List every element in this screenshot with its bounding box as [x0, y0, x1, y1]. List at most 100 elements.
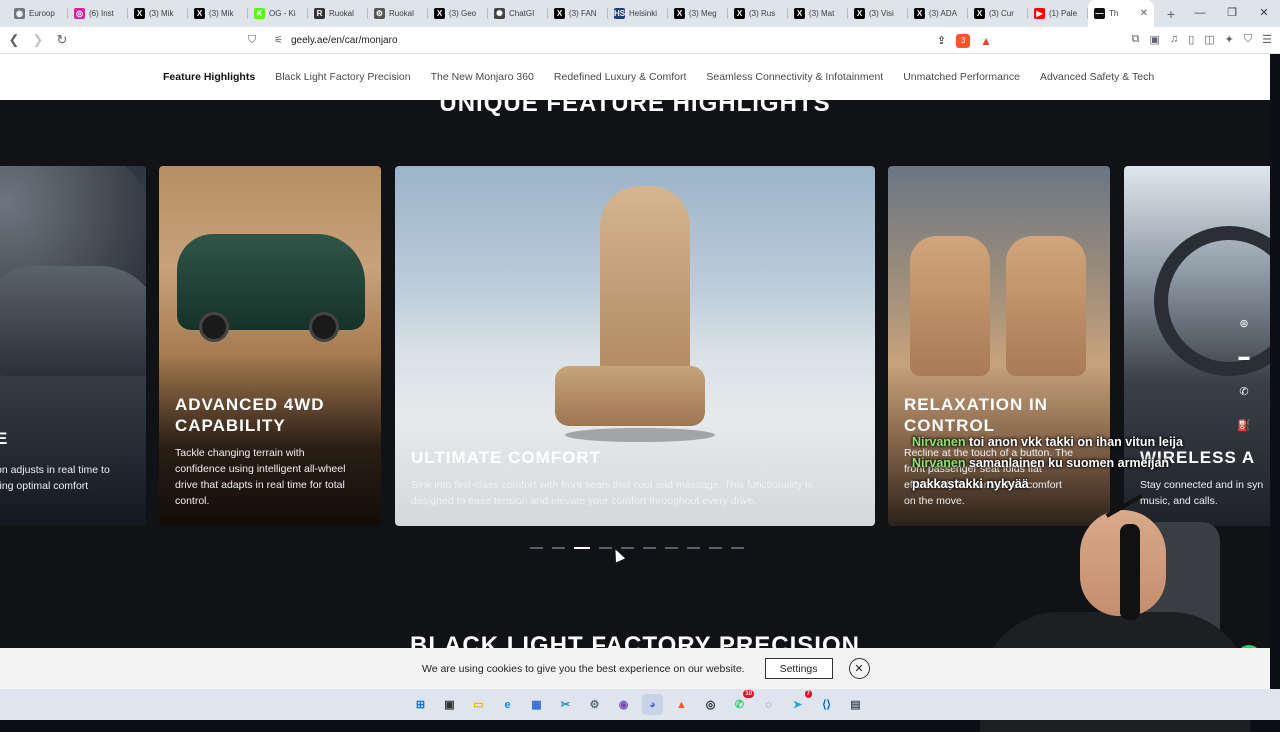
close-icon[interactable]: ✕: [1248, 0, 1280, 27]
browser-tab[interactable]: ◎ (6) Inst: [68, 0, 128, 27]
browser-tab[interactable]: X (3) Geo: [428, 0, 488, 27]
vscode-icon[interactable]: ⟨⟩: [816, 694, 837, 715]
browser-tab[interactable]: X (3) Mat: [788, 0, 848, 27]
store-icon[interactable]: ▦: [526, 694, 547, 715]
browser-tab[interactable]: ◉ Euroop: [8, 0, 68, 27]
browser-tab[interactable]: ▶ (1) Pale: [1028, 0, 1088, 27]
tab-label: Helsinki: [629, 9, 658, 18]
carousel-dot[interactable]: [530, 547, 543, 549]
menu-icon[interactable]: ☰: [1262, 33, 1272, 46]
calculator-icon[interactable]: ▤: [845, 694, 866, 715]
nav-item[interactable]: Black Light Factory Precision: [275, 71, 410, 83]
chat-icon[interactable]: ▬: [1229, 346, 1259, 368]
site-info-icon[interactable]: ⚟: [274, 35, 283, 46]
nav-item[interactable]: Redefined Luxury & Comfort: [554, 71, 686, 83]
reload-icon[interactable]: ↻: [52, 32, 72, 48]
feature-card-adaptive[interactable]: E on adjusts in real time to ring optima…: [0, 166, 146, 526]
browser-tab[interactable]: ✺ ChatGI: [488, 0, 548, 27]
chat-overlay: Nirvanen toi anon vkk takki on ihan vitu…: [912, 432, 1242, 495]
phone-icon[interactable]: ✆: [1229, 380, 1259, 402]
steering-wheel-icon[interactable]: ⊛: [1229, 312, 1259, 334]
card-title: ADVANCED 4WD CAPABILITY: [175, 395, 325, 435]
carousel-dot[interactable]: [552, 547, 565, 549]
seat-shadow: [565, 428, 715, 442]
tab-label: (3) Rus: [749, 9, 776, 18]
chat-text: toi anon vkk takki on ihan vitun leija: [965, 435, 1183, 449]
brave-shield-icon[interactable]: 3: [956, 33, 971, 48]
x-icon: X: [194, 8, 205, 19]
carousel-dot[interactable]: [731, 547, 744, 549]
close-tab-icon[interactable]: ✕: [1140, 8, 1148, 19]
snipping-icon[interactable]: ✂: [555, 694, 576, 715]
tab-label: Ruokal: [389, 9, 414, 18]
browser-tab[interactable]: X (3) Rus: [728, 0, 788, 27]
nav-item[interactable]: Seamless Connectivity & Infotainment: [706, 71, 883, 83]
feature-card-4wd[interactable]: ADVANCED 4WD CAPABILITY Tackle changing …: [159, 166, 381, 526]
wallet-icon[interactable]: ▣: [1150, 33, 1160, 46]
nav-item[interactable]: Unmatched Performance: [903, 71, 1020, 83]
cookie-settings-button[interactable]: Settings: [764, 658, 833, 679]
browser-tab[interactable]: ⚙ Ruokal: [368, 0, 428, 27]
floating-action-rail: ⊛ ▬ ✆ ⛽: [1229, 312, 1259, 436]
brave-icon[interactable]: ▲: [671, 694, 692, 715]
app-icon-2[interactable]: ◌: [758, 694, 779, 715]
browser-tab[interactable]: X (3) Cur: [968, 0, 1028, 27]
browser-tab[interactable]: — Th ✕: [1088, 0, 1154, 27]
nav-item[interactable]: The New Monjaro 360: [431, 71, 534, 83]
notification-badge: 10: [743, 690, 754, 698]
edge-icon[interactable]: e: [497, 694, 518, 715]
cookie-close-icon[interactable]: ✕: [848, 658, 870, 679]
rewards-icon[interactable]: ▲: [980, 34, 992, 48]
windows-start-icon[interactable]: ⊞: [410, 694, 431, 715]
carousel-dot[interactable]: [643, 547, 656, 549]
url-field[interactable]: ⚟ geely.ae/en/car/monjaro ⇪ 3 ▲: [268, 30, 992, 51]
leo-ai-icon[interactable]: ✦: [1225, 33, 1234, 46]
wallet-2-icon[interactable]: ◫: [1204, 33, 1214, 46]
cookie-text: We are using cookies to give you the bes…: [422, 662, 745, 675]
carousel-dot[interactable]: [621, 547, 634, 549]
browser-tab[interactable]: X (3) Visi: [848, 0, 908, 27]
task-view-icon[interactable]: ▣: [439, 694, 460, 715]
card-description: on adjusts in real time to ring optimal …: [0, 464, 110, 492]
browser-tab[interactable]: HS Helsinki: [608, 0, 668, 27]
cookie-banner: We are using cookies to give you the bes…: [0, 648, 1270, 689]
extensions-icon[interactable]: ⧉: [1132, 33, 1140, 46]
browser-tab[interactable]: R Ruokal: [308, 0, 368, 27]
forward-icon[interactable]: ❯: [28, 32, 48, 48]
x-icon: X: [854, 8, 865, 19]
carousel-dot[interactable]: [687, 547, 700, 549]
back-icon[interactable]: ❮: [4, 32, 24, 48]
carousel-dot[interactable]: [665, 547, 678, 549]
carousel-dot[interactable]: [574, 547, 590, 549]
nav-item[interactable]: Feature Highlights: [163, 71, 255, 83]
browser-tab[interactable]: X (3) ADA: [908, 0, 968, 27]
sidebar-icon[interactable]: ▯: [1188, 33, 1194, 46]
carousel-dot[interactable]: [599, 547, 612, 549]
steam-icon[interactable]: ◎: [700, 694, 721, 715]
browser-tab[interactable]: X (3) FAN: [548, 0, 608, 27]
feature-card-comfort[interactable]: ULTIMATE COMFORT Sink into first-class c…: [395, 166, 875, 526]
telegram-icon[interactable]: ➤ 7: [787, 690, 812, 715]
file-explorer-icon[interactable]: ▭: [468, 694, 489, 715]
browser-tab[interactable]: K OG - Ki: [248, 0, 308, 27]
nav-item[interactable]: Advanced Safety & Tech: [1040, 71, 1154, 83]
media-icon[interactable]: ♫: [1170, 33, 1178, 46]
minimize-icon[interactable]: —: [1184, 0, 1216, 27]
app-icon[interactable]: ◉: [613, 694, 634, 715]
browser-tab[interactable]: X (3) Mik: [128, 0, 188, 27]
site-icon: R: [314, 8, 325, 19]
settings-icon[interactable]: ⚙: [584, 694, 605, 715]
share-icon[interactable]: ⇪: [937, 34, 946, 47]
discord-icon[interactable]: ◕: [642, 694, 663, 715]
vpn-icon[interactable]: ⛉: [1244, 33, 1252, 46]
carousel-dot[interactable]: [709, 547, 722, 549]
new-tab-button[interactable]: +: [1160, 6, 1182, 22]
maximize-icon[interactable]: ❐: [1216, 0, 1248, 27]
browser-tab[interactable]: X (3) Meg: [668, 0, 728, 27]
tab-label: (3) Cur: [989, 9, 1014, 18]
seat-base-image: [555, 366, 705, 426]
whatsapp-icon[interactable]: ✆ 10: [729, 690, 754, 715]
bookmark-icon[interactable]: ⛉: [248, 34, 256, 47]
seat-image: [1006, 236, 1086, 376]
browser-tab[interactable]: X (3) Mik: [188, 0, 248, 27]
